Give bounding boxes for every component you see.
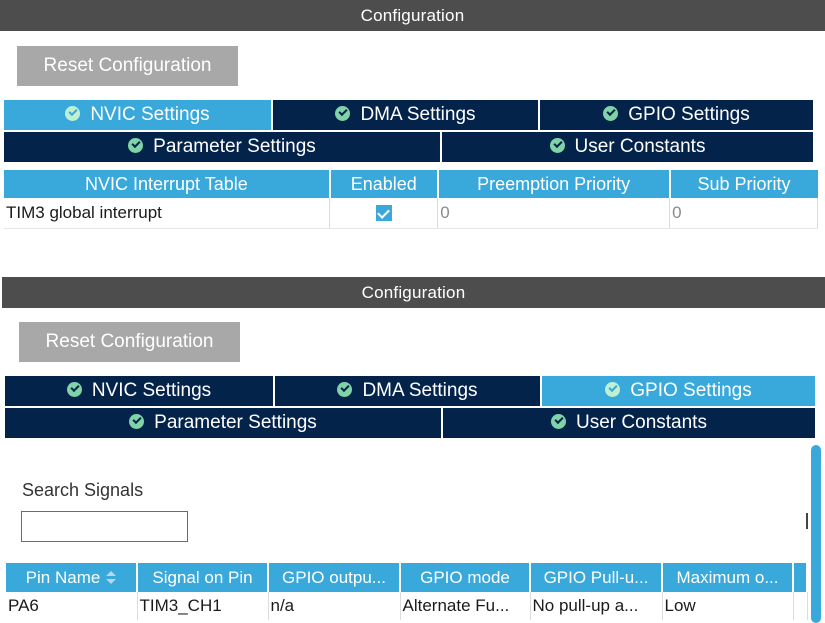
check-circle-icon [65, 105, 81, 121]
column-header-label: Pin Name [25, 567, 101, 587]
column-header-spacer [793, 563, 808, 592]
tab-row-1: NVIC Settings DMA Settings GPIO Settings [5, 376, 815, 406]
column-header[interactable]: Signal on Pin [137, 563, 269, 592]
column-header[interactable]: GPIO mode [400, 563, 531, 592]
table-cell-spacer [793, 592, 808, 620]
check-circle-icon [605, 381, 621, 397]
check-circle-icon [129, 413, 145, 429]
resize-handle[interactable] [806, 513, 808, 529]
table-cell: Low [662, 592, 794, 620]
table-row[interactable]: PA6 TIM3_CH1 n/a Alternate Fu... No pull… [6, 592, 808, 620]
check-circle-icon [335, 105, 351, 121]
tab-user-constants[interactable]: User Constants [442, 132, 813, 162]
table-cell: Alternate Fu... [400, 592, 531, 620]
tab-label: DMA Settings [362, 380, 478, 401]
reset-configuration-button[interactable]: Reset Configuration [19, 322, 240, 362]
tab-row-1: NVIC Settings DMA Settings GPIO Settings [4, 100, 813, 130]
table-cell: PA6 [6, 592, 138, 620]
tab-label: User Constants [576, 412, 707, 433]
tab-parameter-settings[interactable]: Parameter Settings [5, 408, 443, 438]
nvic-interrupt-table: NVIC Interrupt Table Enabled Preemption … [4, 170, 818, 229]
sub-priority-cell[interactable]: 0 [669, 198, 818, 229]
column-header[interactable]: GPIO Pull-u... [530, 563, 663, 592]
sort-icon[interactable] [106, 571, 117, 585]
vertical-scrollbar[interactable] [811, 445, 821, 623]
enabled-checkbox[interactable] [375, 205, 392, 222]
column-header[interactable]: Sub Priority [669, 170, 818, 198]
interrupt-name: TIM3 global interrupt [4, 198, 331, 229]
tab-label: NVIC Settings [90, 104, 210, 125]
tab-label: GPIO Settings [630, 380, 752, 401]
column-header[interactable]: Maximum o... [662, 563, 794, 592]
check-circle-icon [603, 105, 619, 121]
table-row[interactable]: TIM3 global interrupt 0 0 [4, 198, 818, 229]
configuration-panel-top: Configuration Reset Configuration NVIC S… [0, 0, 825, 242]
tab-dma-settings[interactable]: DMA Settings [275, 376, 542, 406]
tab-user-constants[interactable]: User Constants [443, 408, 815, 438]
table-cell: TIM3_CH1 [137, 592, 269, 620]
enabled-cell [329, 198, 439, 229]
column-header[interactable]: NVIC Interrupt Table [4, 170, 331, 198]
configuration-panel-bottom: Configuration Reset Configuration NVIC S… [2, 277, 825, 623]
check-circle-icon [551, 413, 567, 429]
tab-label: Parameter Settings [154, 412, 317, 433]
tab-parameter-settings[interactable]: Parameter Settings [4, 132, 442, 162]
check-circle-icon [128, 137, 144, 153]
tab-nvic-settings[interactable]: NVIC Settings [4, 100, 273, 130]
column-header[interactable]: Enabled [329, 170, 439, 198]
tab-row-2: Parameter Settings User Constants [4, 132, 813, 162]
tab-gpio-settings[interactable]: GPIO Settings [542, 376, 815, 406]
reset-configuration-button[interactable]: Reset Configuration [17, 46, 238, 86]
tab-label: DMA Settings [360, 104, 476, 125]
preemption-priority-cell[interactable]: 0 [437, 198, 671, 229]
column-header[interactable]: Preemption Priority [437, 170, 671, 198]
tab-row-2: Parameter Settings User Constants [5, 408, 815, 438]
tab-gpio-settings[interactable]: GPIO Settings [540, 100, 813, 130]
tab-label: User Constants [574, 136, 706, 157]
column-header[interactable]: GPIO outpu... [268, 563, 401, 592]
tab-label: Parameter Settings [153, 136, 316, 157]
check-circle-icon [549, 137, 565, 153]
tab-nvic-settings[interactable]: NVIC Settings [5, 376, 275, 406]
search-signals-label: Search Signals [22, 480, 144, 500]
search-signals-input[interactable] [21, 511, 188, 542]
check-circle-icon [66, 381, 82, 397]
panel-title: Configuration [0, 0, 825, 31]
tab-label: GPIO Settings [628, 104, 750, 125]
table-cell: No pull-up a... [530, 592, 663, 620]
gpio-signals-table: Pin Name Signal on Pin GPIO outpu... GPI… [6, 563, 808, 620]
table-cell: n/a [268, 592, 401, 620]
tab-label: NVIC Settings [91, 380, 212, 401]
check-circle-icon [337, 381, 353, 397]
panel-title: Configuration [2, 277, 825, 308]
column-header-pin-name[interactable]: Pin Name [6, 563, 138, 592]
tab-dma-settings[interactable]: DMA Settings [273, 100, 540, 130]
